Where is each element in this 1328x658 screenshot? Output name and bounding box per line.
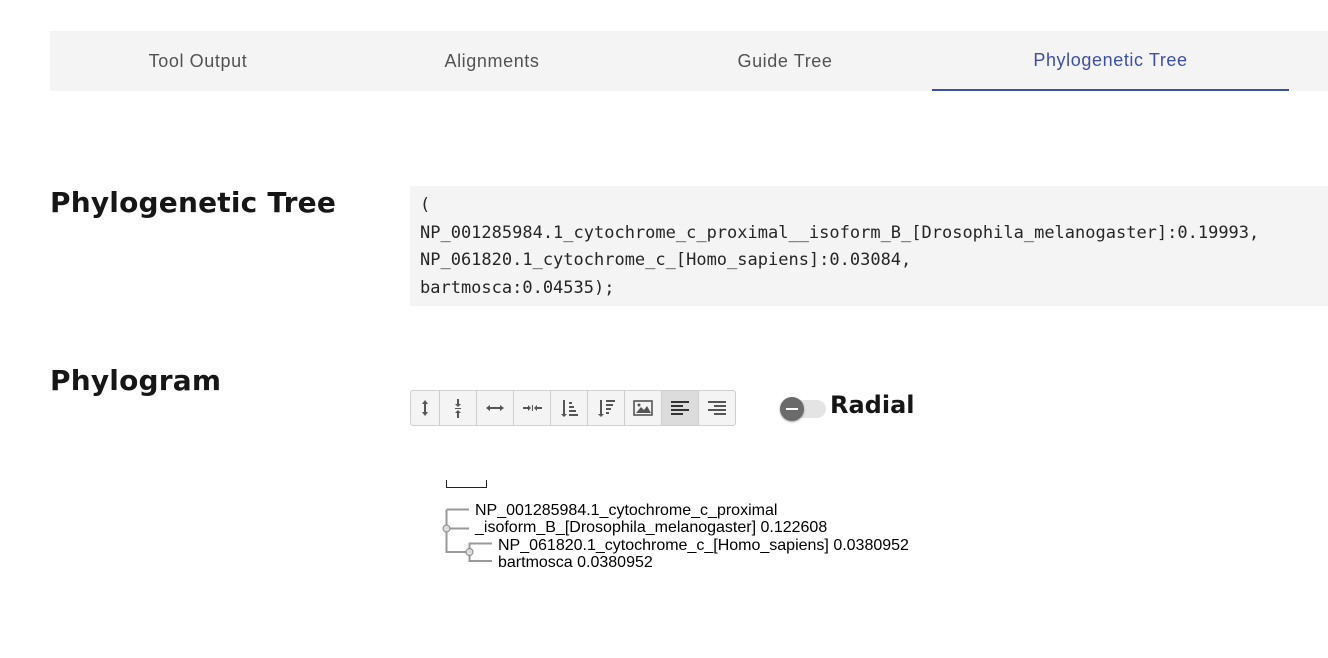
align-right-button[interactable] (698, 390, 736, 426)
phylogram-heading: Phylogram (50, 364, 222, 397)
align-left-button[interactable] (661, 390, 699, 426)
newick-line: NP_001285984.1_cytochrome_c_proximal__is… (420, 222, 1260, 243)
compress-horizontal-icon (523, 405, 542, 411)
newick-line: bartmosca:0.04535); (420, 278, 615, 299)
tab-tool-output[interactable]: Tool Output (50, 31, 346, 91)
sort-ascending-icon (561, 400, 578, 417)
expand-horizontal-button[interactable] (476, 390, 514, 426)
radial-label: Radial (830, 391, 915, 419)
root-node[interactable] (442, 524, 451, 533)
radial-toggle[interactable] (780, 397, 826, 421)
tab-bar: Tool Output Alignments Guide Tree Phylog… (50, 31, 1328, 91)
expand-vertical-button[interactable] (410, 390, 440, 426)
tab-guide-tree[interactable]: Guide Tree (638, 31, 932, 91)
leaf-label[interactable]: bartmosca 0.0380952 (498, 554, 653, 571)
tab-phylogenetic-tree[interactable]: Phylogenetic Tree (932, 31, 1289, 91)
phylogenetic-tree-heading: Phylogenetic Tree (50, 186, 337, 219)
internal-node[interactable] (465, 548, 474, 556)
leaf-label[interactable]: _isoform_B_[Drosophila_melanogaster] 0.1… (474, 519, 827, 536)
align-left-icon (671, 401, 689, 415)
phylogram-tree: NP_001285984.1_cytochrome_c_proximal _is… (442, 480, 909, 571)
tab-alignments[interactable]: Alignments (346, 31, 638, 91)
tree-toolbar (410, 390, 736, 428)
sort-descending-button[interactable] (587, 390, 625, 426)
compress-vertical-icon (455, 399, 461, 418)
leaf-label[interactable]: NP_061820.1_cytochrome_c_[Homo_sapiens] … (498, 537, 909, 554)
expand-horizontal-icon (486, 405, 504, 411)
newick-text: ( NP_001285984.1_cytochrome_c_proximal__i… (410, 186, 1328, 306)
leaf-label[interactable]: NP_001285984.1_cytochrome_c_proximal (475, 502, 777, 519)
sort-descending-icon (598, 400, 615, 417)
sort-ascending-button[interactable] (550, 390, 588, 426)
compress-vertical-button[interactable] (439, 390, 477, 426)
export-image-button[interactable] (624, 390, 662, 426)
expand-vertical-icon (422, 400, 428, 416)
toggle-knob (780, 397, 804, 421)
image-icon (633, 400, 653, 416)
compress-horizontal-button[interactable] (513, 390, 551, 426)
newick-line: NP_061820.1_cytochrome_c_[Homo_sapiens]:… (420, 250, 912, 271)
newick-line: ( (420, 195, 431, 215)
scale-bar (446, 480, 487, 488)
align-right-icon (708, 401, 726, 415)
